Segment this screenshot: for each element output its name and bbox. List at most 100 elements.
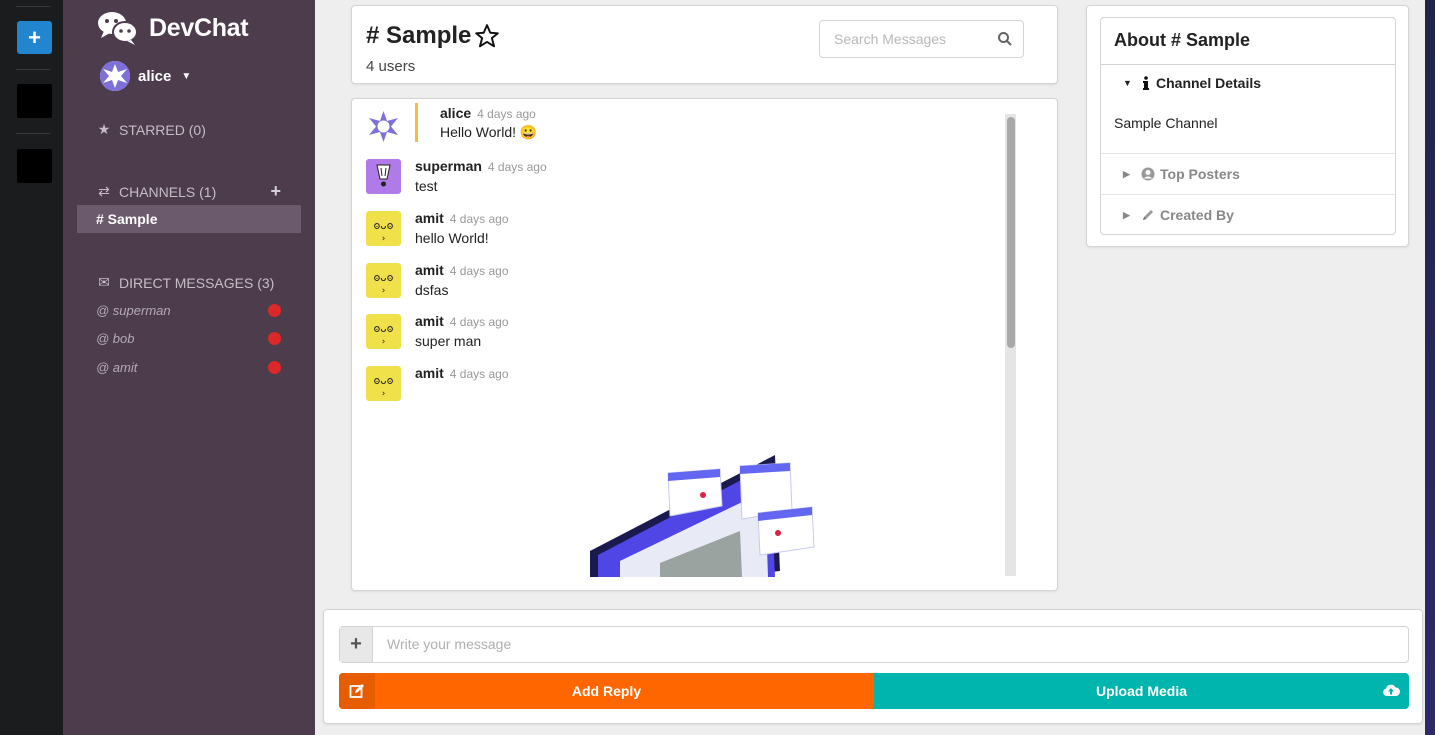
about-title: About # Sample (1101, 18, 1395, 65)
channels-label: CHANNELS (1) (119, 183, 217, 200)
message-time: 4 days ago (477, 107, 536, 121)
user-menu[interactable]: alice ▼ (100, 61, 191, 91)
message-time: 4 days ago (449, 212, 509, 226)
search-icon[interactable] (997, 31, 1013, 47)
svg-text:ʘᴗʘ: ʘᴗʘ (374, 271, 394, 284)
accordion-top-posters[interactable]: ▶ Top Posters (1101, 166, 1395, 182)
user-name: alice (138, 67, 172, 85)
status-dot (268, 361, 281, 374)
avatar (100, 61, 130, 91)
add-reply-button[interactable]: Add Reply (339, 673, 874, 709)
window-edge (1425, 0, 1435, 735)
dm-item-bob[interactable]: @ bob (96, 331, 281, 346)
search-input[interactable] (834, 31, 984, 47)
status-dot (268, 304, 281, 317)
add-reply-label: Add Reply (571, 683, 642, 699)
dm-label: @ amit (96, 360, 138, 375)
workspace-rail: + (0, 0, 63, 735)
direct-messages-section: ✉ DIRECT MESSAGES (3) (96, 274, 281, 291)
message-text: hello World! (415, 230, 489, 246)
dm-label: @ bob (96, 331, 135, 346)
caret-down-icon: ▼ (1123, 78, 1132, 88)
starred-section[interactable]: ★ STARRED (0) (96, 121, 281, 138)
avatar (366, 109, 401, 144)
channel-details-label: Channel Details (1156, 75, 1262, 91)
add-channel-button[interactable]: + (270, 181, 281, 202)
caret-right-icon: ▶ (1123, 168, 1130, 179)
add-attachment-button[interactable]: + (340, 627, 373, 662)
rail-divider (16, 6, 50, 7)
cloud-upload-icon (1383, 684, 1400, 696)
avatar (366, 159, 401, 194)
chat-logo-icon (98, 12, 138, 45)
created-by-label: Created By (1160, 207, 1234, 223)
svg-text:›: › (382, 286, 386, 296)
accordion-channel-details[interactable]: ▼ Channel Details (1101, 75, 1395, 91)
search-box (819, 20, 1024, 58)
divider (1101, 194, 1395, 195)
message-input[interactable] (387, 636, 1287, 652)
message-time: 4 days ago (449, 315, 509, 329)
starred-label: STARRED (0) (119, 121, 206, 138)
divider (1101, 153, 1395, 154)
svg-text:ʘᴗʘ: ʘᴗʘ (374, 322, 394, 335)
brand: DevChat (97, 10, 249, 46)
workspace-swatch[interactable] (17, 84, 52, 118)
svg-text:ʘᴗʘ: ʘᴗʘ (374, 374, 394, 387)
info-icon (1141, 76, 1151, 90)
channel-info-accordion: About # Sample ▼ Channel Details Sample … (1100, 17, 1396, 235)
author-name: amit (415, 365, 444, 381)
message-text: test (415, 178, 438, 194)
channel-description: Sample Channel (1114, 115, 1218, 131)
accordion-created-by[interactable]: ▶ Created By (1101, 207, 1395, 223)
scrollbar-thumb[interactable] (1007, 117, 1015, 348)
author-name: amit (415, 262, 444, 278)
chevron-down-icon: ▼ (181, 70, 192, 82)
about-panel: About # Sample ▼ Channel Details Sample … (1086, 5, 1409, 247)
media-image[interactable] (590, 451, 820, 577)
exchange-icon: ⇄ (98, 183, 110, 199)
top-posters-label: Top Posters (1160, 166, 1240, 182)
sidebar: DevChat alice ▼ ★ STARRED (0) ⇄ CHANNELS… (63, 0, 315, 735)
svg-text:ʘᴗʘ: ʘᴗʘ (374, 219, 394, 232)
avatar: ʘᴗʘ › (366, 263, 401, 298)
dm-item-superman[interactable]: @ superman (96, 303, 281, 318)
add-workspace-button[interactable]: + (17, 21, 52, 54)
message-author: alice 4 days ago (440, 105, 536, 121)
channel-user-count: 4 users (366, 58, 416, 75)
message-text: Hello World! 😀 (440, 124, 538, 140)
message-time: 4 days ago (449, 264, 509, 278)
author-name: alice (440, 105, 472, 121)
message-author: amit 4 days ago (415, 210, 509, 226)
mail-icon: ✉ (98, 274, 110, 290)
avatar: ʘᴗʘ › (366, 314, 401, 349)
edit-icon (339, 673, 375, 709)
message-input-group: + (339, 626, 1409, 663)
compose-panel: + Add Reply Upload Media (323, 609, 1423, 724)
star-icon[interactable] (474, 23, 500, 49)
channel-title-text: # Sample (366, 22, 472, 49)
upload-media-label: Upload Media (1095, 683, 1187, 699)
message-author: amit 4 days ago (415, 262, 509, 278)
dm-label: @ superman (96, 303, 171, 318)
dm-item-amit[interactable]: @ amit (96, 360, 281, 375)
user-circle-icon (1141, 167, 1155, 181)
author-name: amit (415, 313, 444, 329)
svg-text:›: › (382, 389, 386, 399)
messages-scrollbar[interactable] (1005, 114, 1016, 576)
author-name: superman (415, 158, 482, 174)
sidebar-item-sample[interactable]: # Sample (77, 205, 301, 233)
channel-header: # Sample 4 users (351, 5, 1058, 84)
status-dot (268, 332, 281, 345)
author-name: amit (415, 210, 444, 226)
channel-title: # Sample (366, 22, 500, 50)
star-icon: ★ (97, 121, 111, 137)
message-text: super man (415, 333, 482, 349)
message-author: superman 4 days ago (415, 158, 547, 174)
workspace-swatch[interactable] (17, 149, 52, 183)
upload-media-button[interactable]: Upload Media (874, 673, 1409, 709)
messages-panel: alice 4 days ago Hello World! 😀 superman 4… (351, 98, 1058, 591)
direct-messages-label: DIRECT MESSAGES (3) (119, 274, 275, 291)
svg-text:›: › (382, 234, 386, 244)
avatar: ʘᴗʘ › (366, 211, 401, 246)
